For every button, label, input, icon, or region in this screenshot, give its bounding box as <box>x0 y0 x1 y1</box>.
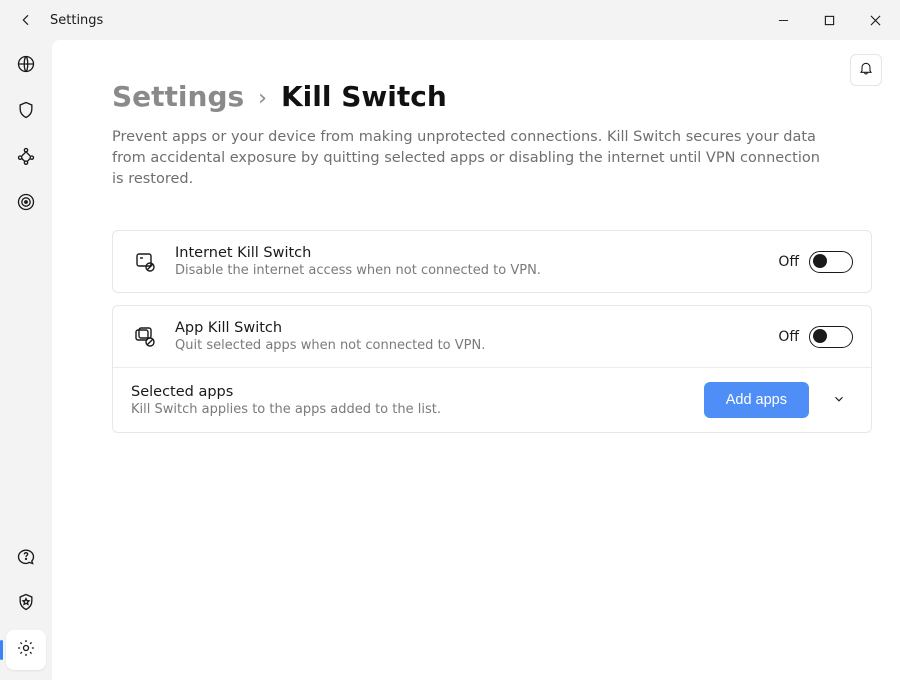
expand-selected-apps[interactable] <box>825 386 853 414</box>
notifications-button[interactable] <box>850 54 882 86</box>
window-title: Settings <box>50 13 103 28</box>
app-kill-switch-subtitle: Quit selected apps when not connected to… <box>175 338 762 353</box>
minimize-button[interactable] <box>760 0 806 40</box>
gear-icon <box>16 638 36 662</box>
maximize-button[interactable] <box>806 0 852 40</box>
help-icon <box>16 546 36 570</box>
internet-kill-switch-card: Internet Kill Switch Disable the interne… <box>112 230 872 293</box>
breadcrumb-prev[interactable]: Settings <box>112 80 244 113</box>
nav-item-settings[interactable] <box>6 630 46 670</box>
breadcrumb: Settings › Kill Switch <box>112 80 872 113</box>
nav-item-help[interactable] <box>6 538 46 578</box>
main-panel: Settings › Kill Switch Prevent apps or y… <box>52 40 900 680</box>
nav-item-mesh[interactable] <box>6 138 46 178</box>
nav-item-globe[interactable] <box>6 46 46 86</box>
selected-apps-title: Selected apps <box>131 384 688 400</box>
internet-kill-switch-title: Internet Kill Switch <box>175 245 762 261</box>
app-kill-switch-state: Off <box>778 329 799 345</box>
internet-kill-switch-state: Off <box>778 254 799 270</box>
close-button[interactable] <box>852 0 898 40</box>
back-button[interactable] <box>6 0 46 40</box>
globe-icon <box>16 54 36 78</box>
window-controls <box>760 0 898 40</box>
shield-star-icon <box>16 592 36 616</box>
nav-item-target[interactable] <box>6 184 46 224</box>
target-icon <box>16 192 36 216</box>
add-apps-button[interactable]: Add apps <box>704 382 809 418</box>
bell-icon <box>858 60 874 80</box>
app-kill-switch-title: App Kill Switch <box>175 320 762 336</box>
selected-apps-subtitle: Kill Switch applies to the apps added to… <box>131 402 688 417</box>
app-kill-switch-toggle[interactable] <box>809 326 853 348</box>
app-kill-switch-card: App Kill Switch Quit selected apps when … <box>112 305 872 433</box>
nav-item-shield-star[interactable] <box>6 584 46 624</box>
shield-icon <box>16 100 36 124</box>
page-description: Prevent apps or your device from making … <box>112 127 832 190</box>
internet-kill-switch-icon <box>131 248 159 276</box>
page-title: Kill Switch <box>281 80 447 113</box>
chevron-right-icon: › <box>258 86 267 111</box>
internet-kill-switch-subtitle: Disable the internet access when not con… <box>175 263 762 278</box>
nav-rail <box>0 40 52 680</box>
chevron-down-icon <box>832 391 846 410</box>
titlebar: Settings <box>0 0 900 40</box>
internet-kill-switch-toggle[interactable] <box>809 251 853 273</box>
app-kill-switch-icon <box>131 323 159 351</box>
mesh-icon <box>16 146 36 170</box>
nav-item-shield[interactable] <box>6 92 46 132</box>
